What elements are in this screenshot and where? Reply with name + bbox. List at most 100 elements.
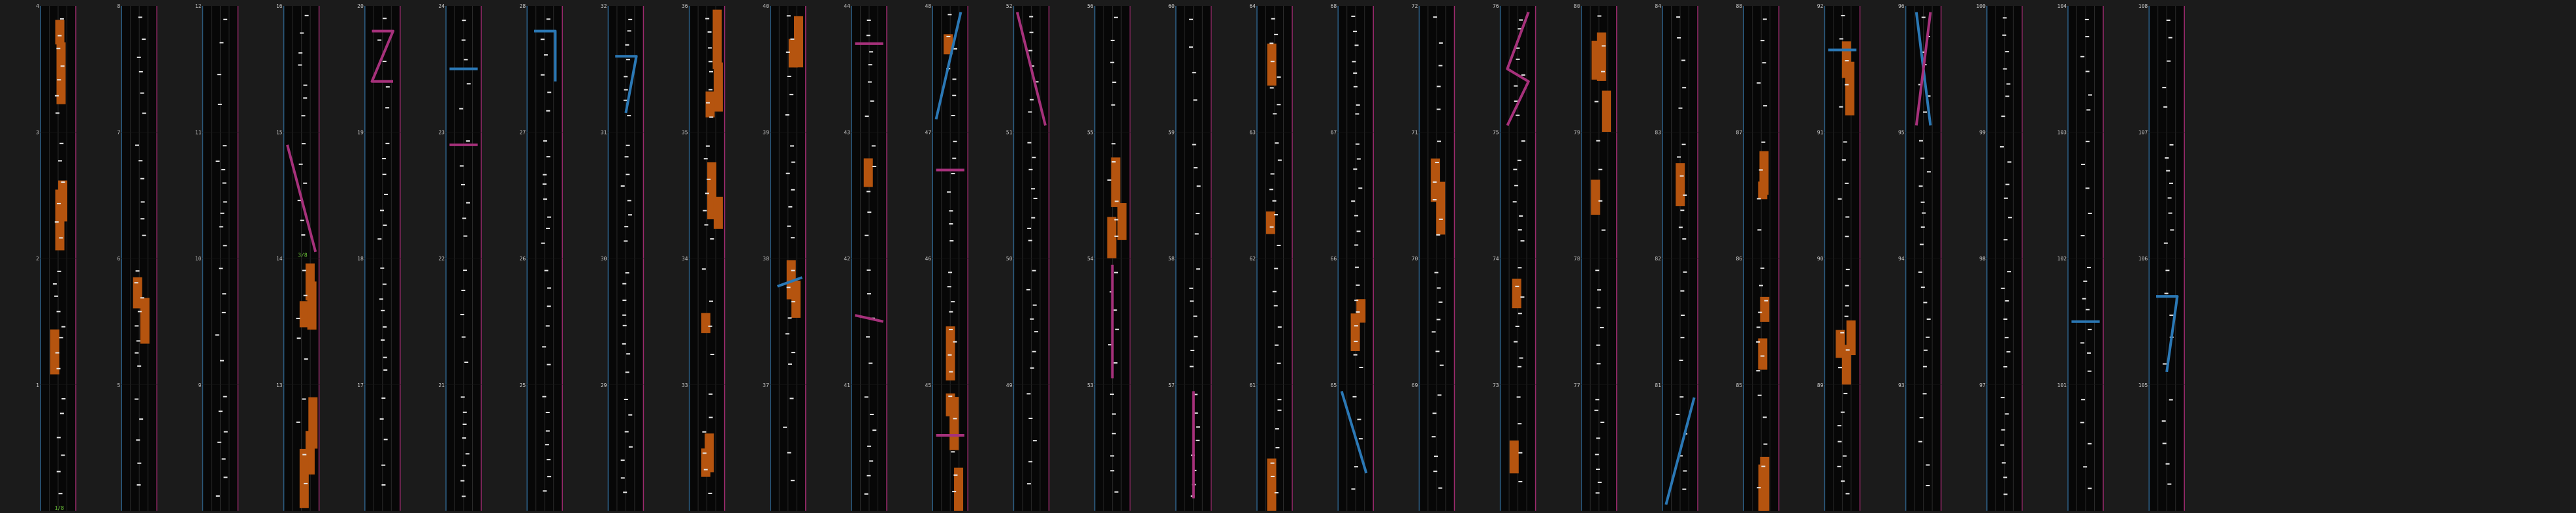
- tile-5-tick: [135, 398, 139, 400]
- tile-98-tick: [2005, 300, 2009, 302]
- tile-70-tick: [1439, 364, 1444, 366]
- tile-33-tick: [702, 452, 707, 454]
- tile-35-label: 35: [682, 130, 688, 136]
- tile-40-tick: [786, 15, 791, 17]
- tile-3-tick: [57, 160, 62, 162]
- tile-23-tick: [466, 140, 470, 142]
- tile-71-orange-block: [1431, 158, 1440, 202]
- tile-11-tick: [220, 212, 225, 214]
- tile-47-tick: [951, 172, 955, 174]
- tile-24-tick: [461, 39, 466, 41]
- tile-9-tick: [221, 458, 226, 460]
- tile-97-tick: [2000, 444, 2005, 446]
- tile-2-tick: [57, 270, 61, 272]
- tile-97-tick: [2005, 413, 2009, 415]
- tile-27-tick: [543, 140, 547, 142]
- tile-19-tick: [377, 238, 382, 240]
- tile-16-label: 16: [276, 3, 283, 9]
- tile-58-tick: [1194, 335, 1198, 337]
- tile-3-tick: [59, 237, 63, 239]
- tile-31-tick: [627, 200, 631, 202]
- tile-94-tick: [1922, 365, 1927, 367]
- tile-55-tick: [1111, 143, 1116, 145]
- tile-18-tick: [382, 283, 387, 285]
- tile-57-tick: [1196, 426, 1200, 428]
- tile-77-tick: [1596, 437, 1600, 439]
- tile-63-orange-block: [1265, 211, 1275, 234]
- tile-14-tick: [303, 294, 308, 296]
- tile-25-tick: [545, 444, 549, 446]
- tile-3-tick: [57, 202, 61, 204]
- tile-69-tick: [1431, 436, 1436, 438]
- tile-2-tick: [56, 367, 61, 369]
- tile-88-label: 88: [1736, 3, 1743, 9]
- tile-45-tick: [953, 474, 958, 476]
- tile-26-tick: [544, 270, 549, 272]
- tile-64-tick: [1269, 42, 1274, 44]
- tile-74-label: 74: [1493, 256, 1499, 262]
- tile-10-tick: [219, 268, 223, 270]
- tile-16-tick: [301, 115, 306, 117]
- tile-97-tick: [2001, 429, 2005, 431]
- tile-47-tick: [953, 140, 957, 142]
- tile-91-tick: [1837, 198, 1842, 200]
- tile-58-tick: [1190, 300, 1194, 302]
- tile-87-tick: [1757, 229, 1762, 231]
- tile-11-tick: [221, 168, 226, 170]
- tile-56-label: 56: [1087, 3, 1094, 9]
- tile-38-label: 38: [763, 256, 769, 262]
- tile-6-tick: [135, 325, 139, 327]
- tile-3-tick: [59, 142, 64, 144]
- tile-90-orange-block: [1841, 345, 1851, 385]
- tile-70-tick: [1431, 331, 1436, 333]
- tile-16-tick: [298, 52, 303, 54]
- tile-82-tick: [1683, 271, 1687, 273]
- tile-43-tick: [867, 211, 872, 213]
- tile-50-tick: [1034, 331, 1038, 333]
- tile-52-tick: [1028, 50, 1033, 52]
- tile-58-tick: [1190, 349, 1195, 351]
- tile-67-tick: [1358, 187, 1363, 189]
- tile-20-tick: [385, 86, 390, 88]
- tile-77-tick: [1596, 468, 1600, 470]
- tile-86-tick: [1757, 326, 1761, 328]
- tile-24-tick: [464, 59, 468, 61]
- tile-106-label: 106: [2139, 256, 2148, 262]
- tile-40-label: 40: [763, 3, 769, 9]
- tile-53-tick: [1111, 413, 1116, 415]
- tile-80-tick: [1594, 101, 1598, 102]
- tile-54-label: 54: [1087, 256, 1094, 262]
- tile-41-tick: [867, 474, 871, 476]
- tile-22-tick: [463, 270, 468, 272]
- tile-25-tick: [547, 459, 551, 461]
- tile-34-label: 34: [682, 256, 688, 262]
- tile-72-tick: [1439, 42, 1443, 44]
- tile-93-tick: [1918, 441, 1922, 443]
- tile-23-tick: [463, 235, 468, 237]
- tile-89-tick: [1843, 392, 1848, 394]
- tile-3-orange-block: [55, 189, 65, 251]
- tile-25-label: 25: [520, 382, 526, 388]
- tile-23-label: 23: [438, 130, 445, 136]
- tile-32-tick: [627, 115, 631, 117]
- tile-98-tick: [2004, 337, 2009, 339]
- tile-37-tick: [787, 452, 791, 454]
- tile-33-tick: [708, 393, 713, 395]
- tile-39-tick: [790, 145, 795, 147]
- tile-96-label: 96: [1898, 3, 1905, 9]
- tile-93-tick: [1926, 464, 1930, 466]
- tile-97-tick: [2001, 462, 2006, 464]
- tile-89-label: 89: [1817, 382, 1824, 388]
- tile-13-label: 13: [276, 382, 283, 388]
- tile-7-tick: [138, 160, 143, 162]
- tile-64-tick: [1269, 87, 1274, 89]
- tile-92-tick: [1839, 106, 1843, 108]
- tile-78-tick: [1595, 270, 1600, 272]
- tile-60-tick: [1192, 72, 1196, 74]
- tile-88-tick: [1760, 40, 1765, 42]
- tile-23-tick: [460, 183, 465, 185]
- tile-66-tick: [1354, 300, 1359, 302]
- tile-5-label: 5: [117, 382, 120, 388]
- tile-12-tick: [223, 18, 228, 20]
- tile-66-tick: [1354, 341, 1358, 343]
